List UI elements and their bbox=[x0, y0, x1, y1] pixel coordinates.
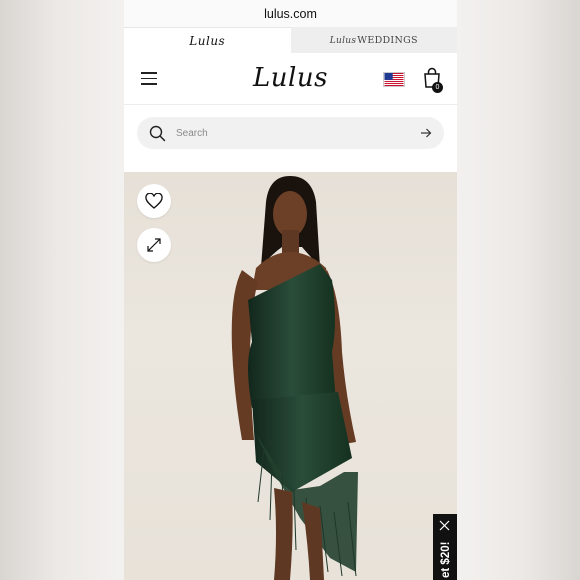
expand-icon bbox=[147, 238, 161, 252]
phone-screen: lulus.com Lulus LulusWEDDINGS Lulus 0 Se… bbox=[124, 0, 457, 580]
product-image[interactable]: et $20! bbox=[124, 172, 457, 580]
tab-lulus-weddings[interactable]: LulusWEDDINGS bbox=[290, 27, 457, 53]
promo-text: et $20! bbox=[440, 541, 452, 578]
model-figure bbox=[231, 176, 358, 580]
search-icon bbox=[149, 125, 166, 141]
site-header: Lulus 0 bbox=[124, 53, 457, 105]
us-flag-icon[interactable] bbox=[383, 72, 405, 87]
url-text: lulus.com bbox=[264, 6, 317, 21]
search-section: Search bbox=[124, 105, 457, 173]
site-logo[interactable]: Lulus bbox=[124, 63, 457, 93]
expand-image-button[interactable] bbox=[137, 228, 171, 262]
address-bar[interactable]: lulus.com bbox=[124, 0, 457, 27]
search-bar[interactable]: Search bbox=[137, 117, 444, 149]
tab-lulus[interactable]: Lulus bbox=[124, 27, 291, 53]
brand-tabs: Lulus LulusWEDDINGS bbox=[124, 27, 457, 53]
tab-lulus-label: Lulus bbox=[189, 33, 226, 48]
search-input[interactable]: Search bbox=[176, 128, 420, 139]
cart-count-badge: 0 bbox=[432, 82, 443, 93]
heart-icon bbox=[145, 192, 163, 209]
arrow-right-icon[interactable] bbox=[420, 127, 432, 139]
wishlist-button[interactable] bbox=[137, 184, 171, 218]
tab-weddings-label: LulusWEDDINGS bbox=[329, 34, 418, 46]
promo-tab[interactable]: et $20! bbox=[433, 514, 457, 580]
